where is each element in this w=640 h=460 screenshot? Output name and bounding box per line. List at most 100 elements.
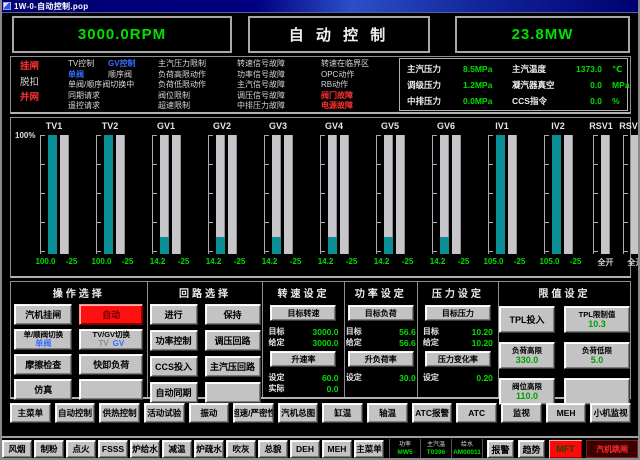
limits-tpl-limit-button[interactable]: TPL限制值10.3 (564, 306, 630, 333)
limits-blank-button[interactable] (564, 378, 630, 405)
taskbar-button-9[interactable]: DEH (290, 440, 320, 458)
operation-friction-check-button[interactable]: 摩擦检查 (14, 354, 72, 375)
loop-run-button[interactable]: 进行 (150, 304, 198, 325)
valve-readout: 14.2 (427, 257, 448, 266)
nav-button-13[interactable]: 小机监视 (590, 403, 631, 423)
nav-button-6[interactable]: 汽机总图 (278, 403, 319, 423)
operation-turbine-latch-button[interactable]: 汽机挂闸 (14, 304, 72, 325)
taskbar-button-6[interactable]: 炉疏水 (194, 440, 224, 458)
power-target-button[interactable]: 目标负荷 (348, 305, 414, 321)
taskbar-button-8[interactable]: 总貌 (258, 440, 288, 458)
valve-scale (544, 135, 549, 254)
control-status: 同期请求 (68, 91, 136, 102)
fault-status-column: 转速信号故障功率信号故障主汽信号故障调压信号故障中排压力故障 (237, 59, 285, 112)
loop-ccs-on-button[interactable]: CCS投入 (150, 356, 198, 377)
valve-readouts: 105.0-25 (539, 257, 586, 266)
valve-scale (208, 135, 213, 254)
setting-rows: 设定30.0 (346, 372, 416, 383)
valve-bar-fill (496, 135, 505, 254)
limits-load-high-limit-button[interactable]: 负荷高限330.0 (499, 342, 555, 369)
mft-button[interactable]: MFT (549, 440, 582, 458)
panel-title: 限值设定 (539, 285, 591, 300)
indicator-value: MW5 (397, 449, 412, 457)
nav-button-3[interactable]: 活动试验 (144, 403, 185, 423)
valve-group-gv5: GV514.2-25 (362, 121, 418, 274)
nav-button-11[interactable]: 监视 (501, 403, 542, 423)
nav-button-9[interactable]: ATC报警 (412, 403, 453, 423)
limits-valve-high-limit-button[interactable]: 阀位高限110.0 (499, 378, 555, 405)
loop-main-steam-pressure-loop-button[interactable]: 主汽压回路 (205, 356, 261, 377)
trend-button[interactable]: 趋势 (518, 440, 545, 458)
taskbar-button-5[interactable]: 减温 (162, 440, 192, 458)
speed-target-button[interactable]: 目标转速 (270, 305, 336, 321)
valve-bar (452, 135, 461, 254)
taskbar: 风烟制粉点火FSSS炉给水减温炉疏水吹灰总貌DEHMEH主菜单 功率MW5主汽温… (0, 436, 640, 460)
valve-bars (376, 135, 405, 254)
taskbar-button-1[interactable]: 制粉 (34, 440, 64, 458)
valve-group-rsv2: RSV2全开 (616, 121, 640, 274)
button-label: 进行 (164, 308, 182, 321)
nav-button-7[interactable]: 缸温 (322, 403, 363, 423)
valve-group-tv1: TV1100.0-25 (26, 121, 82, 274)
measurement-row: CCS指令0.0% (512, 93, 629, 109)
valve-bar-fill (384, 237, 393, 254)
valve-bar (172, 135, 181, 254)
valve-readout: 14.2 (259, 257, 280, 266)
pressure-rate-button[interactable]: 压力变化率 (425, 351, 491, 367)
nav-button-10[interactable]: ATC (456, 403, 497, 423)
nav-button-4[interactable]: 振动 (189, 403, 230, 423)
alarm-button[interactable]: 报警 (487, 440, 514, 458)
button-label: 自动同期 (155, 386, 191, 399)
panel-pressure: 压力设定目标压力目标10.20给定10.20压力变化率设定0.20 (418, 282, 499, 397)
nav-button-8[interactable]: 轴温 (367, 403, 408, 423)
operation-auto-button[interactable]: 自动 (79, 304, 143, 325)
valve-label: TV1 (46, 121, 63, 133)
valve-label: GV2 (213, 121, 231, 133)
taskbar-button-3[interactable]: FSSS (98, 440, 128, 458)
loop-button-grid: 进行 保持功率控制调压回路 CCS投入主汽压回路自动同期 (150, 304, 261, 403)
taskbar-button-7[interactable]: 吹灰 (226, 440, 256, 458)
panel-title: 转速设定 (277, 285, 329, 300)
button-label: 单/顺阀切换 (24, 330, 64, 339)
measurement-unit: ℃ (612, 64, 622, 75)
valve-bar-fill (160, 237, 169, 254)
valve-label: GV1 (157, 121, 175, 133)
limits-load-low-limit-button[interactable]: 负荷低限5.0 (564, 342, 630, 369)
speed-rate-button[interactable]: 升速率 (270, 351, 336, 367)
taskbar-button-2[interactable]: 点火 (66, 440, 96, 458)
valve-groups: TV1100.0-25TV2100.0-25GV114.2-25GV214.2-… (26, 121, 628, 274)
loop-power-control-button[interactable]: 功率控制 (150, 330, 198, 351)
alarm-status-column: 转速在临界区OPC动作RB动作阀门故障电源故障 (321, 59, 369, 112)
taskbar-indicator-0: 功率MW5 (389, 439, 420, 459)
operation-blank-button[interactable] (79, 379, 143, 400)
operation-fast-unload-button[interactable]: 快卸负荷 (79, 354, 143, 375)
taskbar-button-10[interactable]: MEH (322, 440, 352, 458)
nav-button-2[interactable]: 供热控制 (99, 403, 140, 423)
button-sublabel: 单阀 (35, 339, 51, 349)
operation-single-seq-valve-switch-button[interactable]: 单/顺阀切换单阀 (14, 329, 72, 350)
valve-readout: 100.0 (91, 257, 112, 266)
loop-blank-button[interactable] (205, 382, 261, 403)
operation-simulation-button[interactable]: 仿真 (14, 379, 72, 400)
setting-row: 设定0.20 (423, 372, 493, 383)
valve-group-iv2: IV2105.0-25 (530, 121, 586, 274)
nav-button-5[interactable]: 超速/严密性 (233, 403, 274, 423)
nav-button-1[interactable]: 自动控制 (55, 403, 96, 423)
valve-bar (440, 135, 449, 254)
power-rate-button[interactable]: 升负荷率 (348, 351, 414, 367)
taskbar-button-11[interactable]: 主菜单 (354, 440, 384, 458)
operation-tv-gv-switch-button[interactable]: TV/GV切换TVGV (79, 329, 143, 350)
pressure-target-button[interactable]: 目标压力 (425, 305, 491, 321)
setting-label: 给定 (423, 337, 439, 348)
taskbar-button-4[interactable]: 炉给水 (130, 440, 160, 458)
loop-hold-button[interactable]: 保持 (205, 304, 261, 325)
loop-pressure-loop-button[interactable]: 调压回路 (205, 330, 261, 351)
loop-auto-sync-button[interactable]: 自动同期 (150, 382, 198, 403)
button-label: 自动 (102, 308, 120, 321)
taskbar-button-0[interactable]: 风烟 (2, 440, 32, 458)
nav-button-0[interactable]: 主菜单 (10, 403, 51, 423)
valve-bar (496, 135, 505, 254)
limits-tpl-on-button[interactable]: TPL投入 (499, 306, 555, 333)
alarm-status: 阀门故障 (321, 91, 369, 102)
nav-button-12[interactable]: MEH (546, 403, 587, 423)
